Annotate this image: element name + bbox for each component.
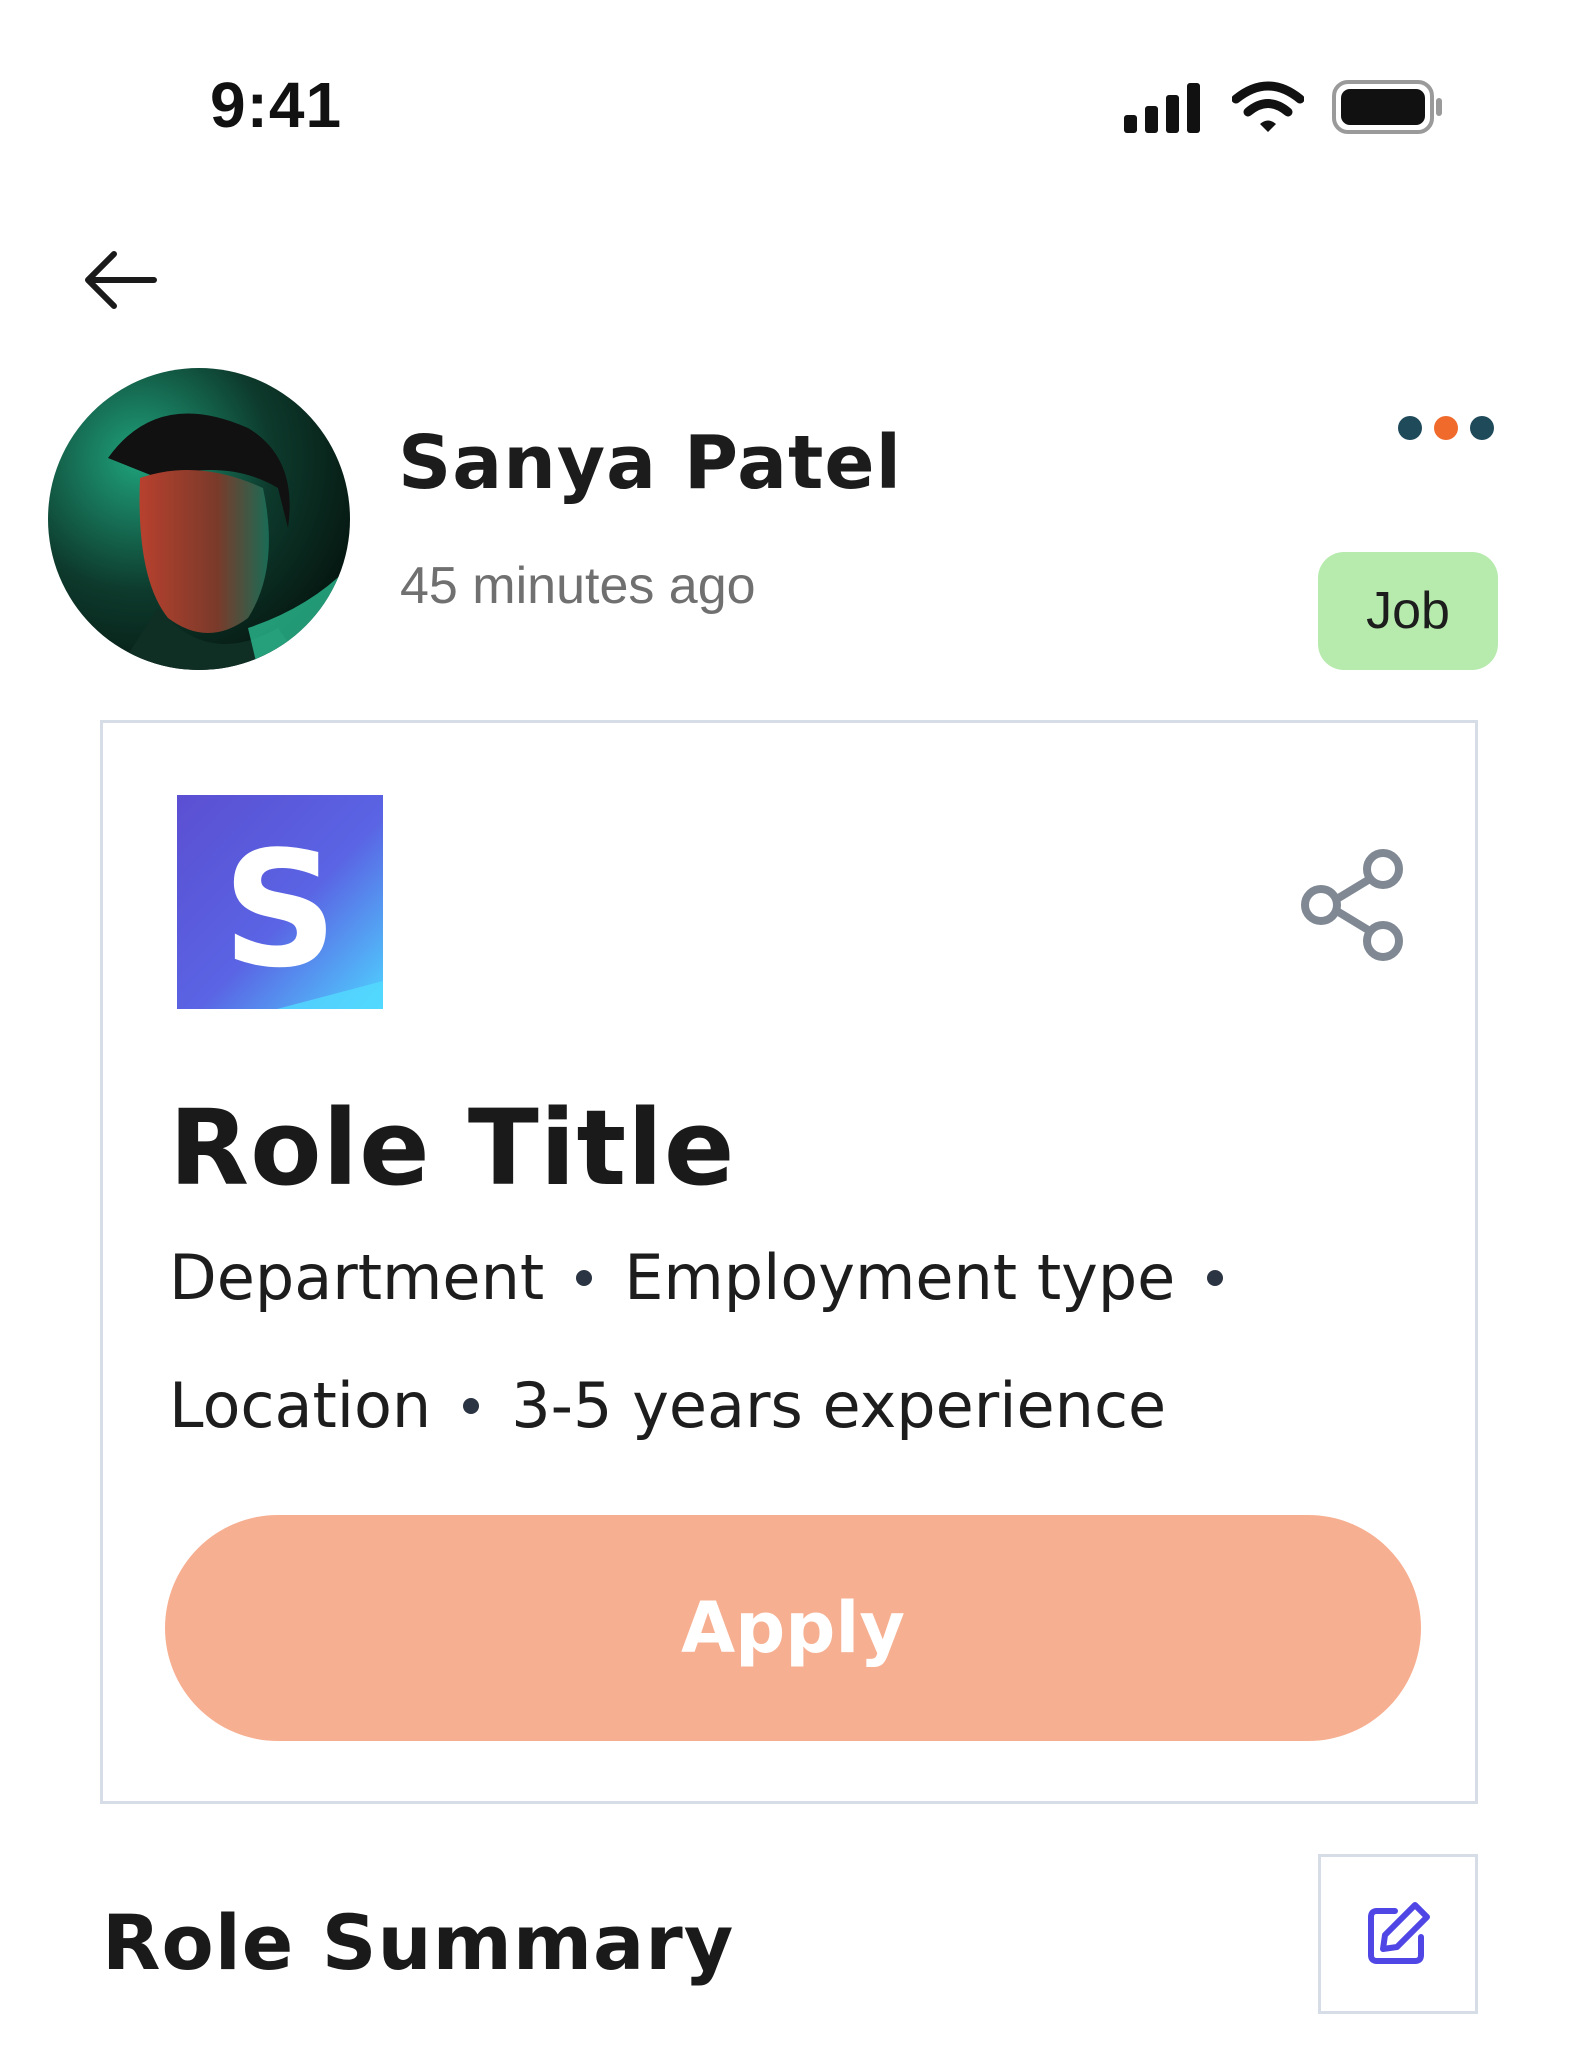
more-dots-icon (1398, 416, 1422, 440)
apply-button[interactable]: Apply (165, 1515, 1421, 1741)
experience: 3-5 years experience (511, 1369, 1167, 1442)
avatar-photo (48, 368, 350, 670)
section-title: Role Summary (102, 1898, 735, 1987)
edit-icon (1368, 1902, 1430, 1964)
department: Department (169, 1241, 545, 1314)
share-button[interactable] (1297, 847, 1413, 963)
job-card: S Role Title Department Employment type … (100, 720, 1478, 1804)
post-type-badge: Job (1318, 552, 1498, 670)
share-icon (1301, 849, 1403, 961)
more-options-button[interactable] (1398, 416, 1494, 440)
wifi-icon (1232, 81, 1304, 132)
role-title: Role Title (169, 1087, 736, 1209)
back-button[interactable] (82, 248, 158, 312)
job-meta-line: Location 3-5 years experience (169, 1369, 1166, 1442)
battery-icon (1332, 80, 1442, 134)
separator-dot (463, 1397, 480, 1414)
more-dots-icon (1434, 416, 1458, 440)
post-timestamp: 45 minutes ago (400, 557, 756, 615)
job-post-screen: 9:41 Sanya Patel 45 minutes ago Job S Ro… (0, 0, 1572, 2064)
location: Location (169, 1369, 432, 1442)
logo-letter: S (222, 816, 337, 1003)
avatar[interactable] (48, 368, 350, 670)
author-name[interactable]: Sanya Patel (398, 420, 902, 506)
separator-dot (1207, 1269, 1224, 1286)
separator-dot (576, 1269, 593, 1286)
status-icons (1124, 80, 1444, 134)
signal-icon (1124, 83, 1200, 133)
job-meta-line: Department Employment type (169, 1241, 1224, 1314)
more-dots-icon (1470, 416, 1494, 440)
company-logo: S (177, 795, 383, 1009)
status-time: 9:41 (210, 69, 343, 141)
edit-button[interactable] (1318, 1854, 1478, 2014)
arrow-left-icon (85, 251, 157, 309)
employment-type: Employment type (624, 1241, 1176, 1314)
